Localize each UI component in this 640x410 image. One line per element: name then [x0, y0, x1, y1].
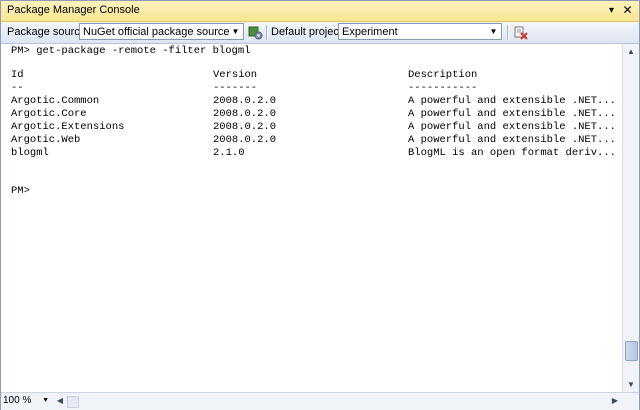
- vertical-scroll-thumb[interactable]: [625, 341, 638, 361]
- separator-description: -----------: [408, 82, 478, 94]
- window-position-dropdown-icon[interactable]: ▾: [604, 3, 619, 18]
- row-description: A powerful and extensible .NET...: [408, 108, 616, 120]
- package-source-dropdown[interactable]: NuGet official package source ▼: [79, 23, 244, 40]
- separator-id: --: [11, 82, 24, 94]
- clear-console-icon[interactable]: [512, 24, 529, 41]
- default-project-label: Default project:: [271, 26, 345, 38]
- row-description: A powerful and extensible .NET...: [408, 121, 616, 133]
- row-version: 2008.0.2.0: [213, 95, 277, 107]
- row-id: Argotic.Core: [11, 108, 87, 120]
- chevron-down-icon[interactable]: ▼: [42, 394, 49, 408]
- vertical-scrollbar[interactable]: ▲ ▼: [622, 44, 639, 392]
- horizontal-scroll-thumb[interactable]: [67, 396, 79, 408]
- row-id: Argotic.Common: [11, 95, 100, 107]
- zoom-dropdown[interactable]: 100 % ▼: [3, 394, 51, 408]
- row-version: 2008.0.2.0: [213, 134, 277, 146]
- package-source-value: NuGet official package source: [83, 26, 230, 38]
- default-project-value: Experiment: [342, 26, 398, 38]
- command-line: PM> get-package -remote -filter blogml: [11, 45, 251, 57]
- row-description: A powerful and extensible .NET...: [408, 95, 616, 107]
- row-description: A powerful and extensible .NET...: [408, 134, 616, 146]
- row-version: 2008.0.2.0: [213, 121, 277, 133]
- toolbar-separator: [507, 25, 509, 40]
- row-version: 2008.0.2.0: [213, 108, 277, 120]
- package-manager-console-window: Package Manager Console ▾ ✕ Package sour…: [0, 0, 640, 410]
- scroll-down-icon[interactable]: ▼: [623, 377, 639, 392]
- row-id: Argotic.Extensions: [11, 121, 125, 133]
- default-project-dropdown[interactable]: Experiment ▼: [338, 23, 502, 40]
- zoom-value: 100 %: [3, 395, 32, 406]
- chevron-down-icon[interactable]: ▼: [229, 25, 242, 38]
- bottom-bar: 100 % ▼ ◀ ▶: [1, 392, 639, 410]
- row-id: blogml: [11, 147, 49, 159]
- toolbar: Package source: NuGet official package s…: [1, 22, 639, 44]
- prompt-line: PM>: [11, 185, 30, 197]
- console-output[interactable]: PM> get-package -remote -filter blogml I…: [1, 44, 622, 392]
- header-id: Id: [11, 69, 24, 81]
- scroll-up-icon[interactable]: ▲: [623, 44, 639, 59]
- header-description: Description: [408, 69, 478, 81]
- row-version: 2.1.0: [213, 147, 245, 159]
- window-title: Package Manager Console: [7, 4, 140, 16]
- toolbar-separator: [266, 25, 268, 40]
- row-id: Argotic.Web: [11, 134, 81, 146]
- package-settings-icon[interactable]: [247, 24, 264, 41]
- separator-version: -------: [213, 82, 258, 94]
- scroll-left-icon[interactable]: ◀: [53, 394, 67, 408]
- chevron-down-icon[interactable]: ▼: [487, 25, 500, 38]
- scroll-right-icon[interactable]: ▶: [608, 394, 622, 408]
- horizontal-scrollbar[interactable]: ◀ ▶: [53, 394, 622, 408]
- close-icon[interactable]: ✕: [620, 3, 635, 18]
- row-description: BlogML is an open format deriv...: [408, 147, 616, 159]
- header-version: Version: [213, 69, 258, 81]
- package-source-label: Package source:: [7, 26, 89, 38]
- titlebar: Package Manager Console ▾ ✕: [1, 1, 639, 22]
